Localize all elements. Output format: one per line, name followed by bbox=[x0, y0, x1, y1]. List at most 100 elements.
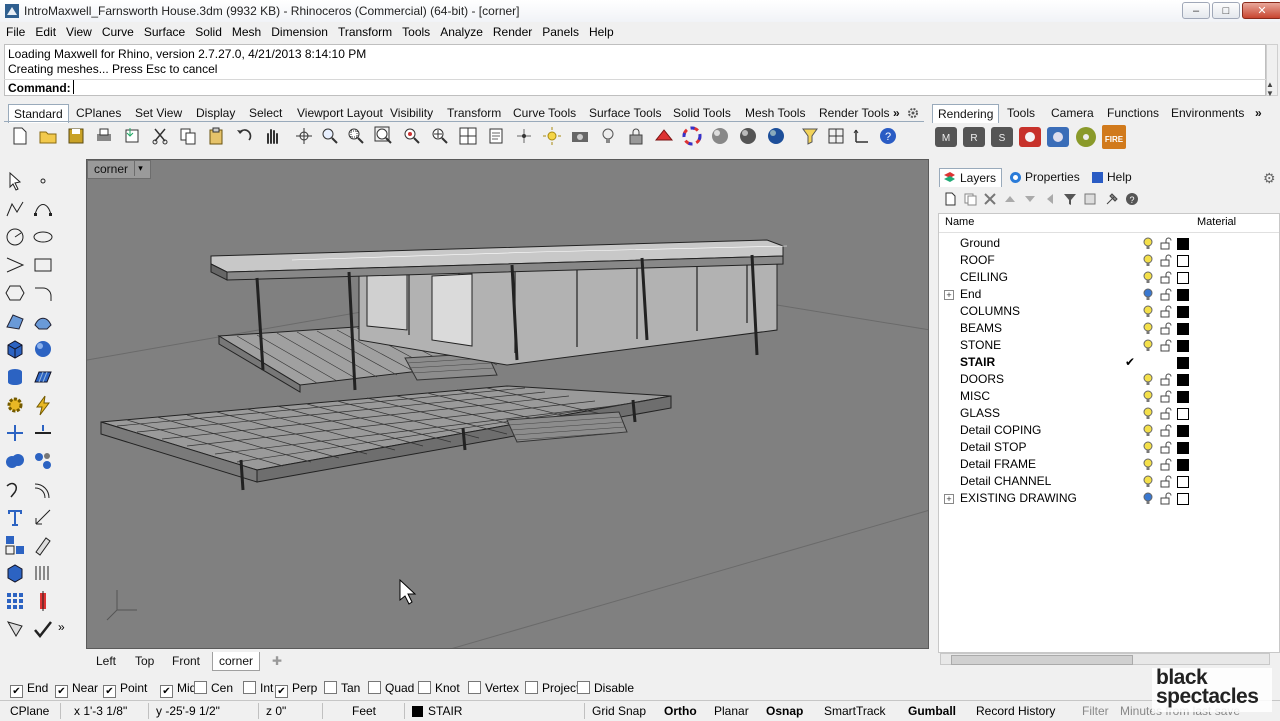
visibility-bulb-icon[interactable] bbox=[1143, 254, 1153, 267]
maxwell-material-icon[interactable] bbox=[1018, 125, 1042, 149]
status-gumball[interactable]: Gumball bbox=[908, 703, 956, 719]
layer-name[interactable]: End bbox=[960, 286, 981, 303]
tab-overflow-chevron[interactable]: » bbox=[888, 104, 905, 122]
layer-hscroll-thumb[interactable] bbox=[951, 655, 1133, 665]
layer-color-swatch[interactable] bbox=[1177, 255, 1189, 267]
osnap-project[interactable]: Project bbox=[525, 679, 579, 697]
maximize-button[interactable]: □ bbox=[1212, 2, 1240, 19]
layer-color-swatch[interactable] bbox=[1177, 408, 1189, 420]
layer-color-swatch[interactable] bbox=[1177, 323, 1189, 335]
import-icon[interactable] bbox=[122, 126, 142, 146]
layer-row[interactable]: DOORS bbox=[939, 371, 1279, 388]
status-smarttrack[interactable]: SmartTrack bbox=[824, 703, 886, 719]
dimension-icon[interactable] bbox=[32, 506, 54, 528]
join-curve-icon[interactable] bbox=[4, 478, 26, 500]
menu-solid[interactable]: Solid bbox=[191, 22, 226, 42]
viewport-corner[interactable] bbox=[86, 159, 929, 649]
layer-color-swatch[interactable] bbox=[1177, 272, 1189, 284]
visibility-bulb-icon[interactable] bbox=[1143, 322, 1153, 335]
status-filter[interactable]: Filter bbox=[1082, 703, 1109, 719]
visibility-bulb-icon[interactable] bbox=[1143, 407, 1153, 420]
layer-name[interactable]: ROOF bbox=[960, 252, 995, 269]
lightning-icon[interactable] bbox=[32, 394, 54, 416]
viewport-tab-left[interactable]: Left bbox=[90, 652, 122, 670]
move-up-icon[interactable] bbox=[1003, 192, 1017, 206]
visibility-bulb-icon[interactable] bbox=[1143, 305, 1153, 318]
status-current-layer[interactable]: STAIR bbox=[428, 703, 462, 719]
tab-viewport-layout[interactable]: Viewport Layout bbox=[292, 104, 388, 122]
tab-transform[interactable]: Transform bbox=[442, 104, 506, 122]
sphere-blue-icon[interactable] bbox=[766, 126, 786, 146]
move-down-icon[interactable] bbox=[1023, 192, 1037, 206]
sphere-gray-icon[interactable] bbox=[710, 126, 730, 146]
visibility-bulb-icon[interactable] bbox=[1143, 390, 1153, 403]
layer-name[interactable]: MISC bbox=[960, 388, 990, 405]
rectangle-icon[interactable] bbox=[32, 254, 54, 276]
layer-name[interactable]: GLASS bbox=[960, 405, 1000, 422]
filter-icon[interactable] bbox=[1063, 192, 1077, 206]
trim-icon[interactable] bbox=[32, 422, 54, 444]
layer-row[interactable]: GLASS bbox=[939, 405, 1279, 422]
menu-transform[interactable]: Transform bbox=[334, 22, 396, 42]
osnap-checkbox[interactable]: ✔ bbox=[103, 685, 116, 698]
layer-row[interactable]: + EXISTING DRAWING bbox=[939, 490, 1279, 507]
four-viewports-icon[interactable] bbox=[458, 126, 478, 146]
menu-tools[interactable]: Tools bbox=[398, 22, 434, 42]
array-icon[interactable] bbox=[32, 562, 54, 584]
status-grid-snap[interactable]: Grid Snap bbox=[592, 703, 646, 719]
unlocked-padlock-icon[interactable] bbox=[1160, 441, 1172, 454]
scale-icon[interactable] bbox=[32, 590, 54, 612]
osnap-checkbox[interactable] bbox=[468, 681, 481, 694]
polyline-icon[interactable] bbox=[4, 198, 26, 220]
layer-name[interactable]: DOORS bbox=[960, 371, 1004, 388]
column-material[interactable]: Material bbox=[1197, 216, 1236, 228]
tab-surface-tools[interactable]: Surface Tools bbox=[584, 104, 667, 122]
selection-filter-icon[interactable] bbox=[800, 126, 820, 146]
osnap-quad[interactable]: Quad bbox=[368, 679, 414, 697]
grid-snap-icon[interactable] bbox=[826, 126, 846, 146]
unlocked-padlock-icon[interactable] bbox=[1160, 322, 1172, 335]
layer-name[interactable]: EXISTING DRAWING bbox=[960, 490, 1077, 507]
unlocked-padlock-icon[interactable] bbox=[1160, 492, 1172, 505]
visibility-bulb-icon[interactable] bbox=[1143, 237, 1153, 250]
offset-curve-icon[interactable] bbox=[32, 478, 54, 500]
layer-color-swatch[interactable] bbox=[1177, 442, 1189, 454]
tab-cplanes[interactable]: CPlanes bbox=[71, 104, 126, 122]
visibility-bulb-icon[interactable] bbox=[1143, 492, 1153, 505]
menu-analyze[interactable]: Analyze bbox=[436, 22, 487, 42]
point-icon[interactable] bbox=[32, 170, 54, 192]
unlocked-padlock-icon[interactable] bbox=[1160, 458, 1172, 471]
osnap-point[interactable]: ✔ Point bbox=[103, 679, 147, 698]
move-out-icon[interactable] bbox=[1043, 192, 1057, 206]
sun-light-icon[interactable] bbox=[542, 126, 562, 146]
menu-curve[interactable]: Curve bbox=[98, 22, 138, 42]
copy-icon[interactable] bbox=[178, 126, 198, 146]
layer-row[interactable]: Detail STOP bbox=[939, 439, 1279, 456]
layer-row[interactable]: ROOF bbox=[939, 252, 1279, 269]
command-scroll-arrows-icon[interactable]: ▲ ▼ bbox=[1266, 80, 1278, 98]
menu-mesh[interactable]: Mesh bbox=[228, 22, 265, 42]
zoom-extents-icon[interactable] bbox=[374, 126, 394, 146]
status-osnap[interactable]: Osnap bbox=[766, 703, 803, 719]
osnap-checkbox[interactable] bbox=[418, 681, 431, 694]
status-cplane[interactable]: CPlane bbox=[10, 703, 49, 719]
material-editor-icon[interactable] bbox=[654, 126, 674, 146]
layer-row[interactable]: CEILING bbox=[939, 269, 1279, 286]
layer-name[interactable]: Detail FRAME bbox=[960, 456, 1036, 473]
toolbar-gear-icon[interactable] bbox=[906, 106, 920, 120]
viewport-tab-top[interactable]: Top bbox=[129, 652, 160, 670]
tab-display[interactable]: Display bbox=[191, 104, 240, 122]
osnap-mid[interactable]: ✔ Mid bbox=[160, 679, 196, 698]
left-toolbar-overflow[interactable]: » bbox=[58, 620, 80, 642]
layer-row[interactable]: Detail CHANNEL bbox=[939, 473, 1279, 490]
visibility-bulb-icon[interactable] bbox=[1143, 271, 1153, 284]
mesh-plane-icon[interactable] bbox=[32, 366, 54, 388]
unlocked-padlock-icon[interactable] bbox=[1160, 339, 1172, 352]
fire-render-icon[interactable]: FIRE bbox=[1102, 125, 1126, 149]
viewport-tab-front[interactable]: Front bbox=[166, 652, 206, 670]
arc-icon[interactable] bbox=[4, 254, 26, 276]
check-icon[interactable] bbox=[32, 618, 54, 640]
tab-solid-tools[interactable]: Solid Tools bbox=[668, 104, 736, 122]
grid-array-icon[interactable] bbox=[4, 590, 26, 612]
osnap-end[interactable]: ✔ End bbox=[10, 679, 48, 698]
